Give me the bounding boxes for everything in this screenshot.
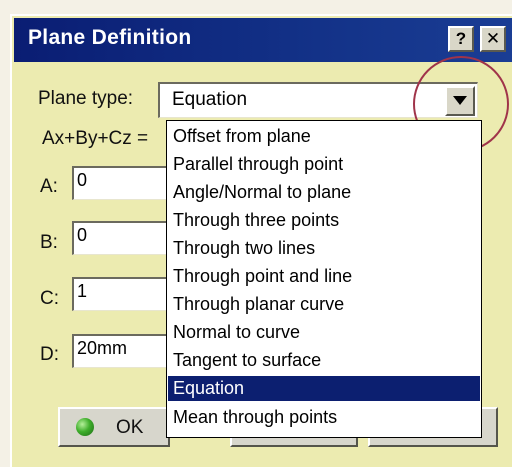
field-b-label: B: xyxy=(40,232,58,253)
field-d-input[interactable]: 20mm xyxy=(72,334,172,368)
option-normal-to-curve[interactable]: Normal to curve xyxy=(168,320,480,345)
field-c-input[interactable]: 1 xyxy=(72,277,172,311)
close-button[interactable]: ✕ xyxy=(480,26,506,52)
option-through-planar-curve[interactable]: Through planar curve xyxy=(168,292,480,317)
ok-button[interactable]: OK xyxy=(58,407,170,447)
plane-type-label: Plane type: xyxy=(38,88,134,109)
option-offset-from-plane[interactable]: Offset from plane xyxy=(168,124,480,149)
equation-label: Ax+By+Cz = xyxy=(42,128,149,149)
ok-label: OK xyxy=(116,417,144,438)
plane-type-value: Equation xyxy=(172,89,248,110)
option-parallel-through-point[interactable]: Parallel through point xyxy=(168,152,480,177)
dialog-title: Plane Definition xyxy=(28,26,192,49)
field-d-label: D: xyxy=(40,344,59,365)
option-through-three-points[interactable]: Through three points xyxy=(168,208,480,233)
ok-icon xyxy=(76,418,94,436)
option-through-two-lines[interactable]: Through two lines xyxy=(168,236,480,261)
plane-type-dropdown-list: Offset from plane Parallel through point… xyxy=(166,120,482,438)
help-icon: ? xyxy=(455,29,467,48)
option-angle-normal-to-plane[interactable]: Angle/Normal to plane xyxy=(168,180,480,205)
field-a-input[interactable]: 0 xyxy=(72,166,172,200)
option-tangent-to-surface[interactable]: Tangent to surface xyxy=(168,348,480,373)
option-through-point-and-line[interactable]: Through point and line xyxy=(168,264,480,289)
field-a-label: A: xyxy=(40,176,58,197)
help-button[interactable]: ? xyxy=(448,26,474,52)
field-c-label: C: xyxy=(40,288,59,309)
field-b-input[interactable]: 0 xyxy=(72,221,172,255)
option-mean-through-points[interactable]: Mean through points xyxy=(168,405,480,430)
close-icon: ✕ xyxy=(485,29,501,48)
title-bar[interactable]: Plane Definition ? ✕ xyxy=(14,18,512,62)
option-equation[interactable]: Equation xyxy=(168,376,480,401)
